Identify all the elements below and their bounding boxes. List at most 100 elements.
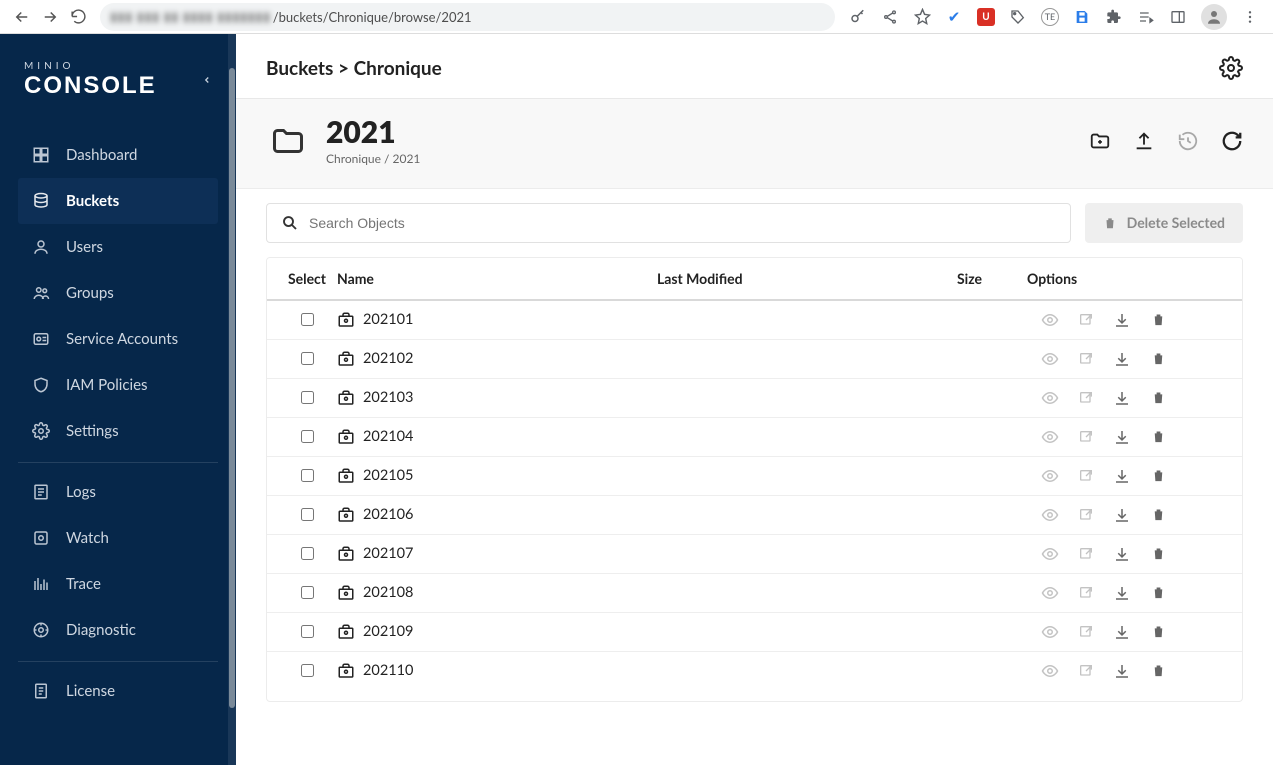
row-name-cell[interactable]: 202110 bbox=[337, 662, 657, 680]
key-icon[interactable] bbox=[849, 8, 867, 26]
download-icon[interactable] bbox=[1113, 311, 1131, 329]
row-checkbox[interactable] bbox=[301, 313, 314, 326]
col-name[interactable]: Name bbox=[337, 270, 657, 287]
sidebar-collapse-button[interactable] bbox=[202, 75, 212, 85]
download-icon[interactable] bbox=[1113, 545, 1131, 563]
row-name-cell[interactable]: 202104 bbox=[337, 428, 657, 446]
sidebar-item-logs[interactable]: Logs bbox=[18, 469, 218, 515]
table-row[interactable]: 202105 bbox=[267, 457, 1242, 496]
sidebar-item-groups[interactable]: Groups bbox=[18, 270, 218, 316]
tag-icon[interactable] bbox=[1009, 8, 1027, 26]
sidebar-item-dashboard[interactable]: Dashboard bbox=[18, 132, 218, 178]
back-button[interactable] bbox=[8, 3, 36, 31]
download-icon[interactable] bbox=[1113, 623, 1131, 641]
table-row[interactable]: 202103 bbox=[267, 379, 1242, 418]
sidebar-item-users[interactable]: Users bbox=[18, 224, 218, 270]
row-checkbox[interactable] bbox=[301, 508, 314, 521]
playlist-icon[interactable] bbox=[1137, 8, 1155, 26]
upload-button[interactable] bbox=[1133, 130, 1155, 152]
table-row[interactable]: 202107 bbox=[267, 535, 1242, 574]
col-modified[interactable]: Last Modified bbox=[657, 270, 957, 287]
row-name-cell[interactable]: 202101 bbox=[337, 311, 657, 329]
download-icon[interactable] bbox=[1113, 584, 1131, 602]
delete-row-icon[interactable] bbox=[1149, 389, 1167, 407]
row-name-cell[interactable]: 202105 bbox=[337, 467, 657, 485]
sidebar-item-settings[interactable]: Settings bbox=[18, 408, 218, 454]
search-objects-box[interactable] bbox=[266, 203, 1071, 243]
new-folder-button[interactable] bbox=[1089, 130, 1111, 152]
row-checkbox[interactable] bbox=[301, 391, 314, 404]
preview-icon bbox=[1041, 662, 1059, 680]
search-input[interactable] bbox=[309, 215, 1056, 231]
history-button[interactable] bbox=[1177, 130, 1199, 152]
refresh-button[interactable] bbox=[1221, 130, 1243, 152]
table-row[interactable]: 202102 bbox=[267, 340, 1242, 379]
panel-icon[interactable] bbox=[1169, 8, 1187, 26]
row-name-cell[interactable]: 202108 bbox=[337, 584, 657, 602]
row-name: 202101 bbox=[363, 311, 413, 328]
delete-row-icon[interactable] bbox=[1149, 311, 1167, 329]
download-icon[interactable] bbox=[1113, 428, 1131, 446]
row-checkbox[interactable] bbox=[301, 469, 314, 482]
delete-row-icon[interactable] bbox=[1149, 623, 1167, 641]
row-options bbox=[1027, 545, 1237, 563]
download-icon[interactable] bbox=[1113, 389, 1131, 407]
table-row[interactable]: 202108 bbox=[267, 574, 1242, 613]
delete-row-icon[interactable] bbox=[1149, 545, 1167, 563]
table-row[interactable]: 202106 bbox=[267, 496, 1242, 535]
table-row[interactable]: 202104 bbox=[267, 418, 1242, 457]
delete-row-icon[interactable] bbox=[1149, 506, 1167, 524]
row-name-cell[interactable]: 202103 bbox=[337, 389, 657, 407]
profile-avatar[interactable] bbox=[1201, 4, 1227, 30]
sidebar-scrollbar-thumb[interactable] bbox=[229, 68, 235, 708]
sidebar-item-iam-policies[interactable]: IAM Policies bbox=[18, 362, 218, 408]
download-icon[interactable] bbox=[1113, 467, 1131, 485]
address-bar[interactable]: ▮▮▮ ▮▮▮ ▮▮ ▮▮▮▮ ▮▮▮▮▮▮▮ /buckets/Chroniq… bbox=[100, 3, 835, 31]
row-name-cell[interactable]: 202107 bbox=[337, 545, 657, 563]
sidebar-item-buckets[interactable]: Buckets bbox=[18, 178, 218, 224]
row-name-cell[interactable]: 202109 bbox=[337, 623, 657, 641]
table-row[interactable]: 202101 bbox=[267, 301, 1242, 340]
extensions-puzzle-icon[interactable] bbox=[1105, 8, 1123, 26]
share-icon[interactable] bbox=[881, 8, 899, 26]
row-checkbox[interactable] bbox=[301, 664, 314, 677]
delete-row-icon[interactable] bbox=[1149, 584, 1167, 602]
settings-icon bbox=[32, 422, 50, 440]
download-icon[interactable] bbox=[1113, 350, 1131, 368]
sidebar-item-service-accounts[interactable]: Service Accounts bbox=[18, 316, 218, 362]
row-checkbox[interactable] bbox=[301, 352, 314, 365]
delete-row-icon[interactable] bbox=[1149, 662, 1167, 680]
extension-v-icon[interactable]: ✔ bbox=[945, 8, 963, 26]
sidebar-item-watch[interactable]: Watch bbox=[18, 515, 218, 561]
row-checkbox[interactable] bbox=[301, 586, 314, 599]
table-row[interactable]: 202110 bbox=[267, 652, 1242, 690]
settings-gear-button[interactable] bbox=[1219, 56, 1243, 80]
row-checkbox[interactable] bbox=[301, 625, 314, 638]
save-icon[interactable] bbox=[1073, 8, 1091, 26]
col-size[interactable]: Size bbox=[957, 270, 1027, 287]
sidebar-item-license[interactable]: License bbox=[18, 668, 218, 714]
star-icon[interactable] bbox=[913, 8, 931, 26]
download-icon[interactable] bbox=[1113, 506, 1131, 524]
forward-button[interactable] bbox=[36, 3, 64, 31]
sidebar-item-diagnostic[interactable]: Diagnostic bbox=[18, 607, 218, 653]
row-checkbox[interactable] bbox=[301, 430, 314, 443]
breadcrumb[interactable]: Buckets > Chronique bbox=[266, 57, 442, 80]
row-name-cell[interactable]: 202106 bbox=[337, 506, 657, 524]
delete-row-icon[interactable] bbox=[1149, 428, 1167, 446]
table-row[interactable]: 202109 bbox=[267, 613, 1242, 652]
share-link-icon bbox=[1077, 584, 1095, 602]
row-name-cell[interactable]: 202102 bbox=[337, 350, 657, 368]
kebab-menu-icon[interactable] bbox=[1241, 8, 1259, 26]
extension-te-icon[interactable]: TE bbox=[1041, 8, 1059, 26]
delete-row-icon[interactable] bbox=[1149, 350, 1167, 368]
reload-button[interactable] bbox=[64, 3, 92, 31]
sidebar-item-trace[interactable]: Trace bbox=[18, 561, 218, 607]
ublock-icon[interactable]: U bbox=[977, 8, 995, 26]
delete-row-icon[interactable] bbox=[1149, 467, 1167, 485]
row-checkbox[interactable] bbox=[301, 547, 314, 560]
delete-selected-button[interactable]: Delete Selected bbox=[1085, 203, 1243, 243]
sidebar-item-label: Watch bbox=[66, 529, 109, 547]
folder-toolbar bbox=[1089, 130, 1243, 152]
download-icon[interactable] bbox=[1113, 662, 1131, 680]
